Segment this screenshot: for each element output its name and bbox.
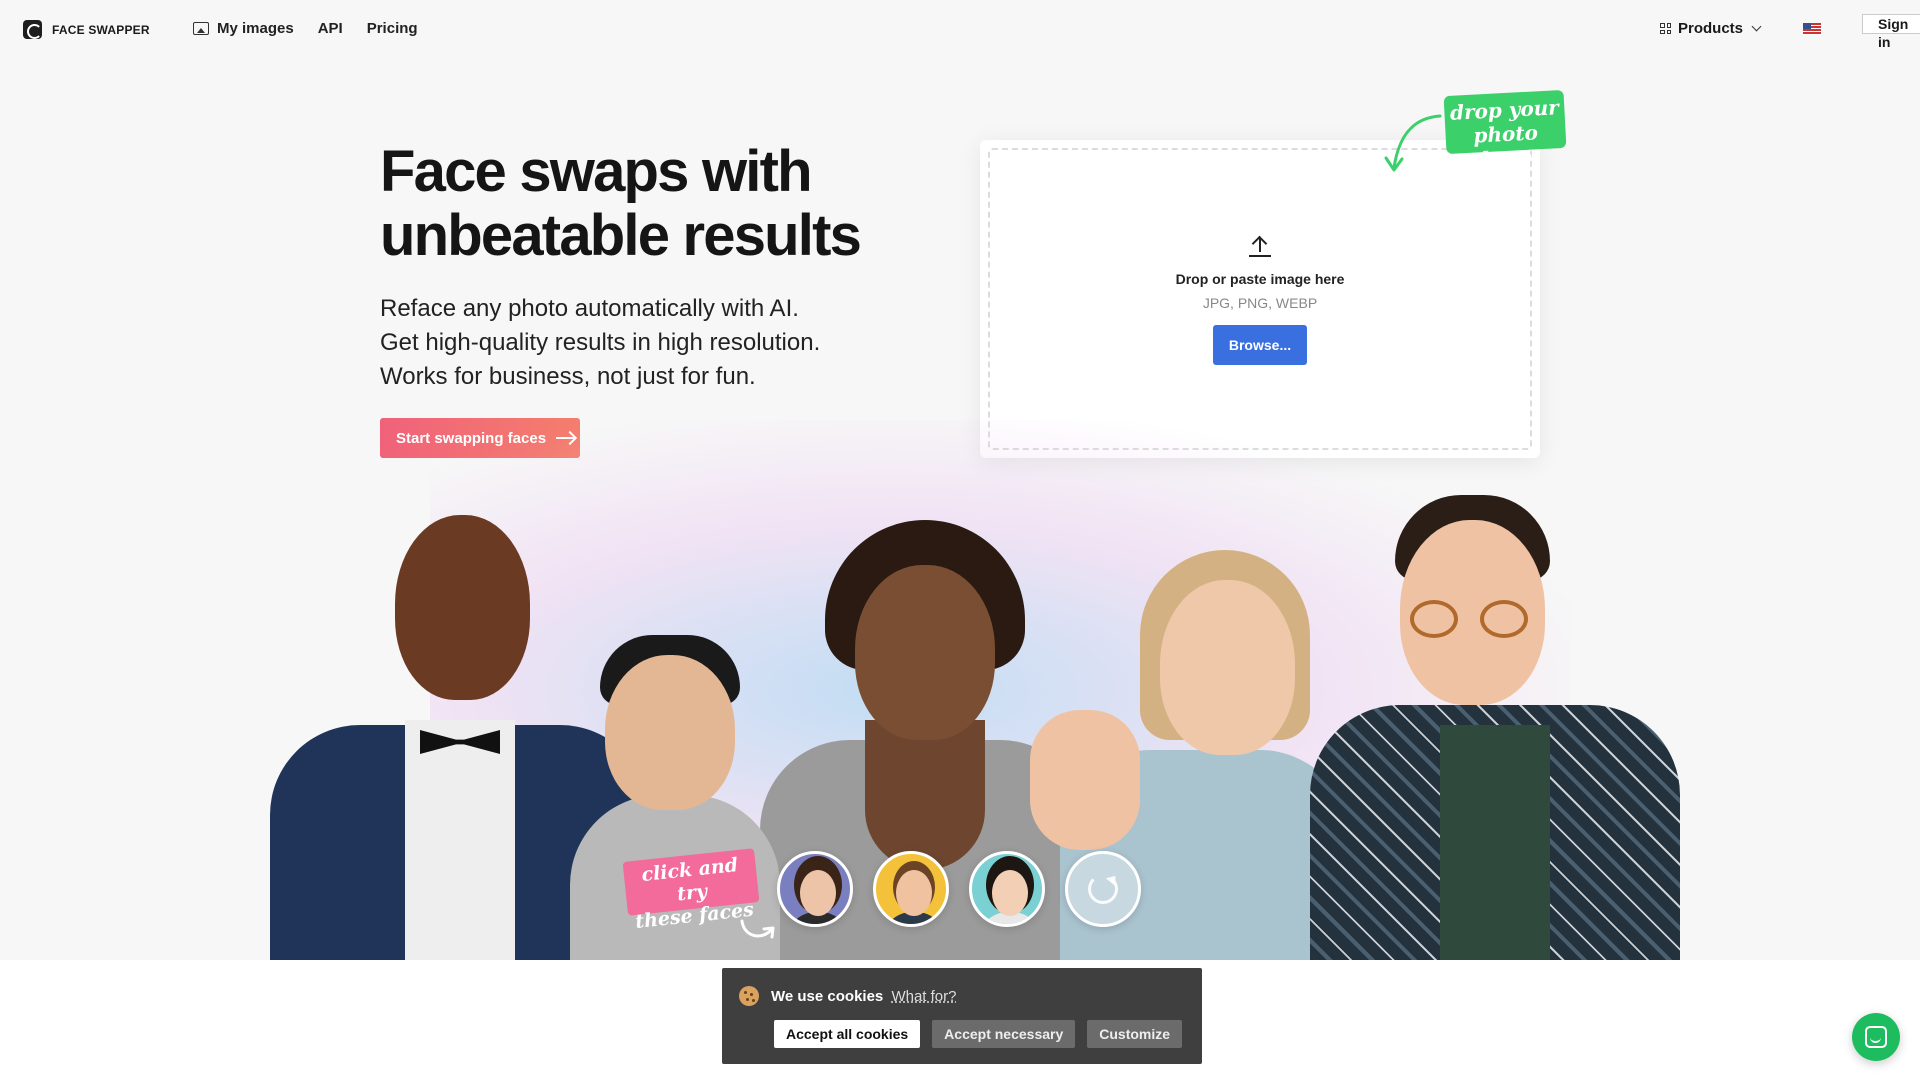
nav-my-images[interactable]: My images — [193, 20, 294, 37]
accept-all-cookies-button[interactable]: Accept all cookies — [774, 1020, 921, 1048]
nav-pricing-label: Pricing — [366, 20, 418, 37]
upload-card: Drop or paste image here JPG, PNG, WEBP … — [980, 140, 1540, 458]
headline-line-2: unbeatable results — [380, 203, 862, 268]
browse-button[interactable]: Browse... — [1213, 325, 1307, 365]
hero-description-line-1: Reface any photo automatically with AI. — [380, 295, 799, 322]
chat-widget-button[interactable] — [1852, 1013, 1900, 1061]
nav-my-images-label: My images — [217, 20, 294, 37]
logo-icon — [23, 20, 42, 39]
supported-formats: JPG, PNG, WEBP — [1202, 295, 1318, 311]
hero-description-line-2: Get high-quality results in high resolut… — [380, 329, 821, 356]
accept-necessary-button[interactable]: Accept necessary — [932, 1020, 1076, 1048]
us-flag-icon[interactable] — [1803, 23, 1821, 35]
cookie-actions: Accept all cookies Accept necessary Cust… — [774, 1020, 1183, 1048]
sample-face-1[interactable] — [777, 851, 853, 927]
grid-icon — [1660, 23, 1671, 34]
curved-arrow-icon — [1384, 114, 1442, 172]
sample-face-3[interactable] — [969, 851, 1045, 927]
drop-zone-title: Drop or paste image here — [1175, 271, 1345, 287]
cookie-what-for-link[interactable]: What for? — [891, 988, 956, 1005]
nav-pricing[interactable]: Pricing — [367, 20, 418, 37]
page-title: Face swaps with unbeatable results — [380, 140, 940, 268]
drop-photo-note: drop your photo here — [1443, 89, 1567, 171]
nav-api[interactable]: API — [318, 20, 343, 37]
chat-icon — [1865, 1026, 1887, 1048]
sign-in-button[interactable]: Sign in — [1862, 14, 1920, 50]
hero-description-line-3: Works for business, not just for fun. — [380, 363, 756, 390]
cookie-message: We use cookies What for? — [739, 986, 956, 1006]
shuffle-faces-button[interactable] — [1065, 851, 1141, 927]
customize-cookies-button[interactable]: Customize — [1087, 1020, 1183, 1048]
refresh-icon — [1088, 874, 1118, 904]
nav-api-label: API — [317, 20, 343, 37]
upload-icon — [1249, 235, 1271, 257]
cookie-icon — [739, 986, 759, 1006]
products-label: Products — [1678, 20, 1744, 37]
chevron-down-icon — [1751, 21, 1762, 32]
logo-text: FACE SWAPPER — [52, 22, 150, 37]
headline-line-1: Face swaps with — [380, 139, 813, 204]
curved-arrow-icon — [740, 919, 775, 939]
image-drop-zone[interactable]: Drop or paste image here JPG, PNG, WEBP … — [988, 148, 1532, 450]
products-menu[interactable]: Products — [1660, 20, 1762, 37]
hero-description: Reface any photo automatically with AI. … — [380, 292, 940, 394]
logo[interactable]: FACE SWAPPER — [23, 20, 150, 39]
top-nav: FACE SWAPPER My images API Pricing Produ… — [0, 0, 1920, 60]
image-icon — [193, 22, 209, 35]
cookie-text: We use cookies — [771, 987, 884, 1005]
model-photo-man-glasses — [1310, 495, 1680, 960]
main-nav: My images API Pricing — [193, 20, 442, 37]
sample-face-2[interactable] — [873, 851, 949, 927]
cookie-banner: We use cookies What for? Accept all cook… — [722, 968, 1202, 1064]
drop-note-line-2: photo here — [1472, 120, 1539, 172]
